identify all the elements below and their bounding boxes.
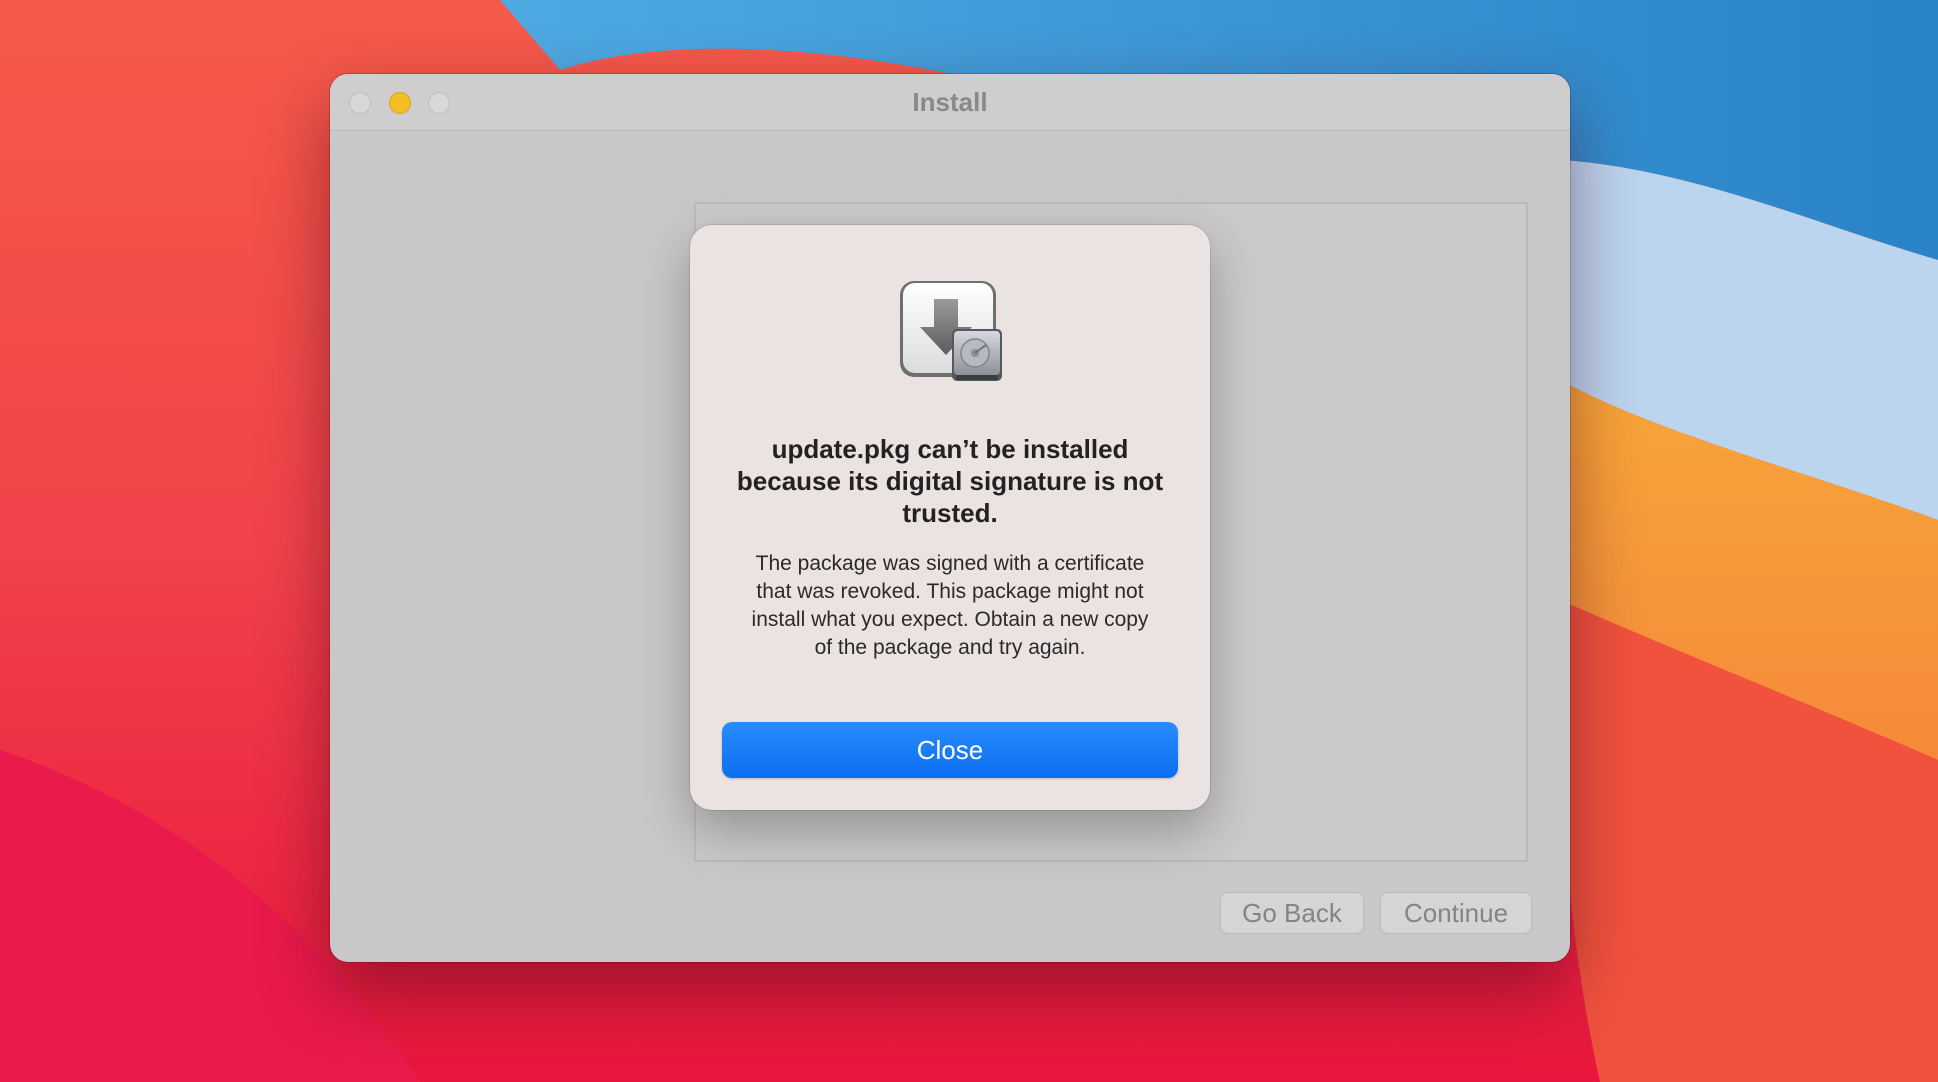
go-back-button[interactable]: Go Back: [1220, 892, 1364, 934]
continue-button[interactable]: Continue: [1380, 892, 1532, 934]
close-button[interactable]: Close: [722, 722, 1178, 778]
title-bar: Install: [330, 74, 1570, 131]
desktop: Install Go Back Continue update.pkg can’…: [0, 0, 1938, 1082]
alert-dialog: update.pkg can’t be installed because it…: [690, 225, 1210, 810]
window-title: Install: [912, 87, 988, 117]
installer-package-icon: [900, 281, 1002, 381]
alert-title: update.pkg can’t be installed because it…: [736, 434, 1164, 528]
alert-message: The package was signed with a certificat…: [751, 552, 1149, 659]
